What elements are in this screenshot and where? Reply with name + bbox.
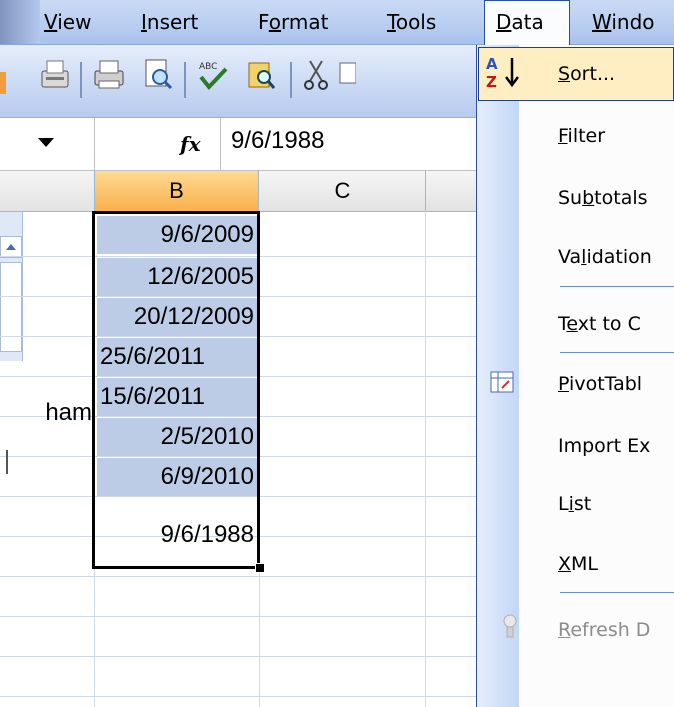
menu-insert-label: nsert (146, 10, 199, 34)
gridline (0, 696, 478, 697)
print-icon[interactable] (92, 57, 126, 93)
copy-icon[interactable] (336, 57, 356, 93)
menu-item-pivottable[interactable]: PivotTabl (558, 355, 642, 413)
menu-item-filter[interactable]: Filter (558, 107, 605, 165)
menu-separator (560, 592, 674, 593)
mnemonic: V (44, 10, 58, 34)
fill-handle[interactable] (255, 563, 265, 573)
formula-input-value: 9/6/1988 (231, 127, 325, 154)
menu-item-import-label: Import Ex (558, 435, 651, 457)
menu-item-refresh-data: Refresh D (558, 601, 650, 659)
menu-format[interactable]: Format (258, 6, 329, 38)
mnemonic: P (558, 373, 570, 395)
cell-a6[interactable] (0, 434, 92, 472)
menu-data[interactable]: Data (496, 6, 544, 38)
menu-window-label: indo (611, 10, 655, 34)
column-header-b[interactable]: B (94, 171, 259, 211)
mnemonic: b (582, 187, 595, 209)
permission-icon[interactable] (38, 57, 72, 93)
window-edge (0, 0, 40, 44)
menu-item-text-to-columns[interactable]: Text to C (558, 295, 641, 353)
menu-item-validation-label: Va (558, 246, 582, 268)
menu-item-list-label-rest: st (573, 493, 592, 515)
spelling-icon[interactable]: ABC (196, 57, 230, 93)
menu-insert[interactable]: Insert (141, 6, 198, 38)
pivottable-icon (489, 370, 517, 396)
cell-a7[interactable] (0, 474, 92, 512)
menu-item-list-label: L (558, 493, 569, 515)
fx-icon[interactable]: fx (180, 128, 201, 160)
menu-view[interactable]: View (44, 6, 91, 38)
menu-tools-label: ools (395, 10, 437, 34)
menu-item-list[interactable]: List (558, 475, 591, 533)
menu-item-subtotals-label-rest: totals (594, 187, 648, 209)
mnemonic: e (566, 313, 578, 335)
column-header-c[interactable]: C (260, 171, 426, 211)
menu-item-refresh-label: efresh D (570, 619, 651, 641)
standard-toolbar (0, 45, 480, 118)
menu-bar (0, 0, 674, 45)
menu-view-label: iew (57, 10, 92, 34)
mnemonic: F (558, 125, 568, 147)
cell-a5[interactable]: ham (0, 394, 92, 432)
chevron-down-icon[interactable] (38, 138, 54, 148)
toolbar-edge (0, 72, 6, 94)
cell-a2[interactable] (0, 254, 92, 292)
svg-text:A: A (486, 55, 498, 73)
toolbar-separator (290, 62, 292, 98)
mnemonic: o (268, 10, 282, 34)
menu-window[interactable]: Windo (592, 6, 655, 38)
cell-a4[interactable] (0, 334, 92, 372)
cell-a1[interactable] (0, 214, 92, 252)
menu-format-label: F (258, 10, 269, 34)
gridline (0, 616, 478, 617)
menu-item-xml[interactable]: XML (558, 535, 598, 593)
svg-text:ABC: ABC (199, 62, 217, 72)
research-icon[interactable] (244, 57, 278, 93)
menu-item-validation-label-rest: idation (586, 246, 652, 268)
cut-icon[interactable] (300, 57, 334, 93)
menu-item-validation[interactable]: Validation (558, 228, 652, 286)
cell-a3[interactable] (0, 294, 92, 332)
toolbar-separator (80, 62, 82, 98)
gridline (0, 656, 478, 657)
menu-item-filter-label: ilter (567, 125, 606, 147)
menu-item-xml-label: ML (571, 553, 599, 575)
menu-data-label: ata (511, 10, 544, 34)
menu-item-subtotals[interactable]: Subtotals (558, 169, 648, 227)
mnemonic: T (387, 10, 396, 34)
sort-ascending-icon: A Z (484, 52, 534, 92)
svg-text:Z: Z (486, 73, 497, 91)
mnemonic: S (558, 63, 571, 85)
menu-item-import-external[interactable]: Import Ex (558, 417, 650, 475)
gridline (0, 576, 478, 577)
menu-item-subtotals-label: Su (558, 187, 583, 209)
mnemonic: W (592, 10, 612, 34)
name-box[interactable] (0, 118, 95, 170)
mnemonic: X (558, 553, 572, 575)
gridline (425, 211, 426, 707)
menu-item-sort-label: ort... (570, 63, 616, 85)
menu-item-sort[interactable]: Sort... (558, 45, 615, 103)
selection-border (92, 211, 260, 569)
menu-item-pivottable-label: ivotTabl (569, 373, 643, 395)
cell-a6-partial-text (0, 450, 8, 474)
menu-separator (560, 286, 674, 287)
formula-input[interactable]: 9/6/1988 (220, 118, 479, 170)
print-preview-icon[interactable] (140, 57, 174, 93)
mnemonic: R (558, 619, 571, 641)
menu-separator (560, 352, 674, 353)
refresh-icon (500, 612, 520, 642)
menu-tools[interactable]: Tools (387, 6, 436, 38)
toolbar-separator (184, 62, 186, 98)
mnemonic: D (496, 10, 512, 34)
cell-a8[interactable] (0, 514, 92, 552)
menu-item-ttc-label-rest: xt to C (577, 313, 641, 335)
menu-format-label-rest: rmat (281, 10, 329, 34)
